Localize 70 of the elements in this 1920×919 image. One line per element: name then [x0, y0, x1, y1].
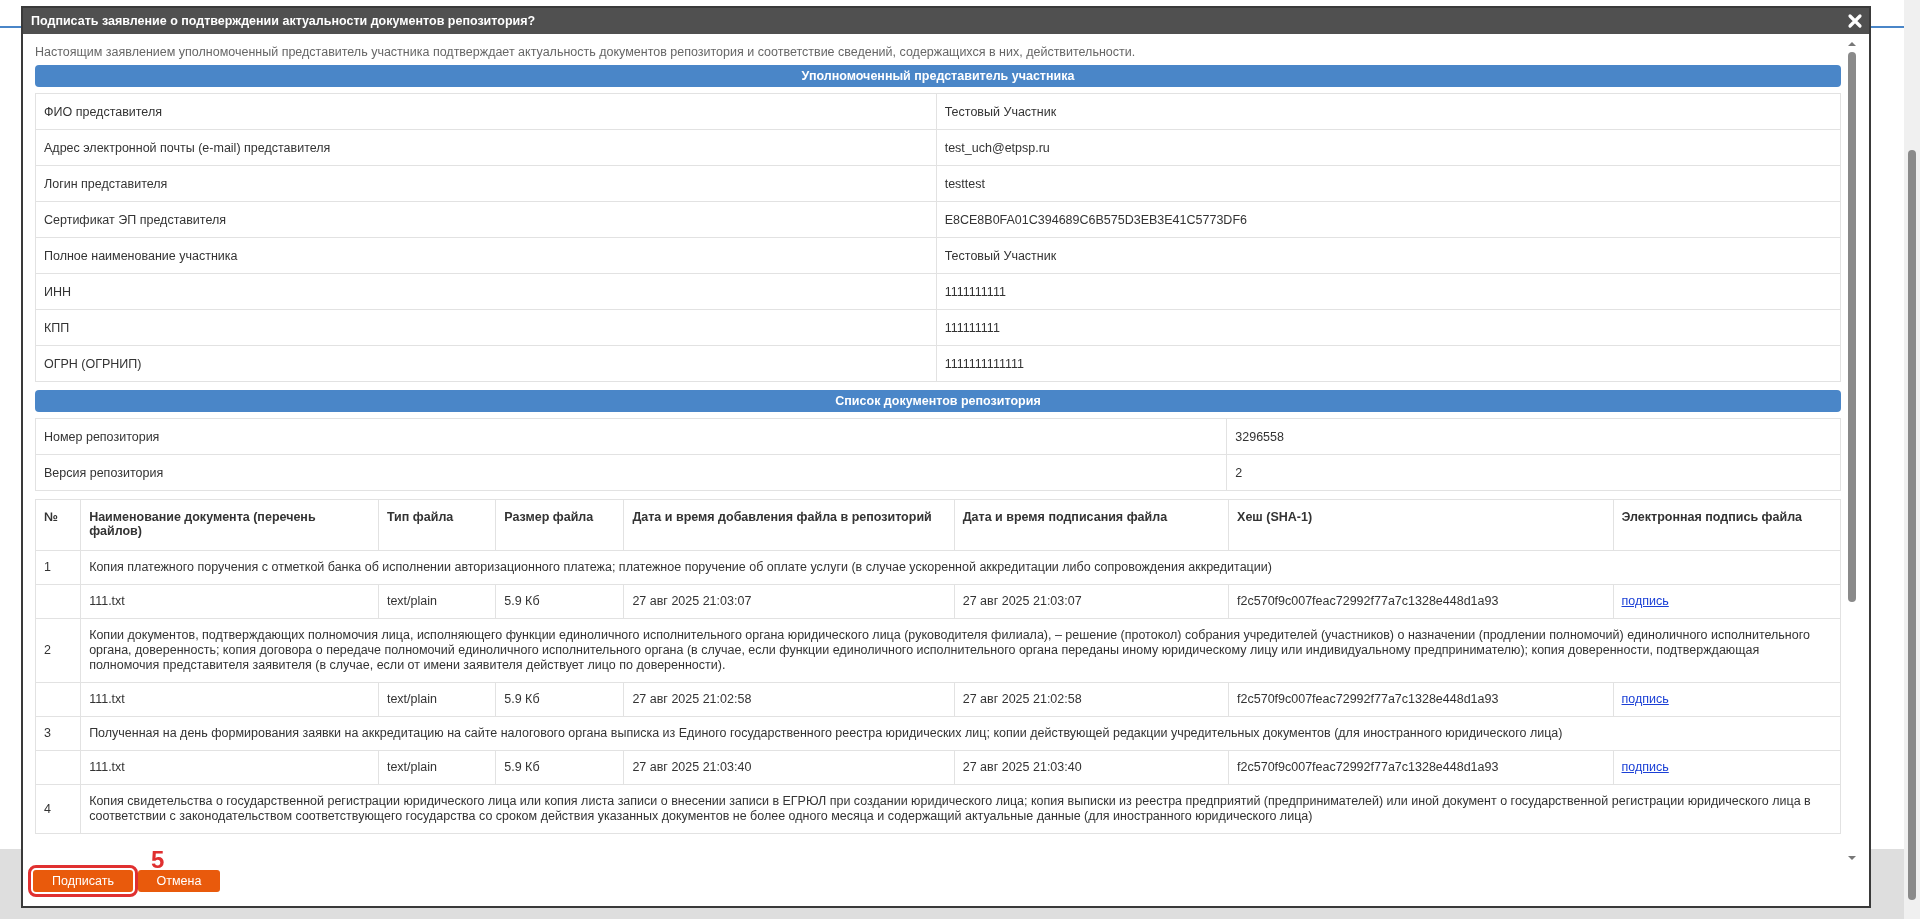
table-cell: 1: [35, 550, 81, 585]
field-label: ИНН: [35, 273, 937, 310]
field-value: testtest: [936, 165, 1841, 202]
table-cell: 27 авг 2025 21:03:40: [623, 750, 955, 785]
step-marker: 5: [151, 848, 165, 872]
table-cell: text/plain: [378, 584, 496, 619]
column-header: Хеш (SHA-1): [1228, 499, 1613, 551]
scroll-down-icon[interactable]: [1847, 854, 1857, 862]
table-cell: 27 авг 2025 21:02:58: [954, 682, 1229, 717]
section-header: Список документов репозитория: [35, 390, 1841, 412]
table-cell: 4: [35, 784, 81, 834]
table-cell: 5.9 Кб: [495, 750, 624, 785]
table-cell: 27 авг 2025 21:03:40: [954, 750, 1229, 785]
table-cell: Копии документов, подтверждающих полномочия лица, исполняющего функции единоличного исполнительного органа юридического лица (руководителя филиала), – решение (протокол) собрания учредителей (участников) о назначении (продлении полномочий) единоличного исполнительного органа, доверенность; копия договора о передаче полномочий единоличного исполнительного органа (в случае, если функции единоличного исполнительного органа переданы иному юридическому лицу или индивидуальному предпринимателю); копия доверенности, подтверждающая полномочия представителя заявителя (в случае, если от имени заявителя действует лицо по доверенности).: [80, 618, 1841, 683]
table-cell: f2c570f9c007feac72992f77a7c1328e448d1a93: [1228, 682, 1613, 717]
field-value: test_uch@etpsp.ru: [936, 129, 1841, 166]
scrollbar-thumb[interactable]: [1908, 150, 1916, 900]
field-label: Логин представителя: [35, 165, 937, 202]
field-label: Полное наименование участника: [35, 237, 937, 274]
field-value: 3296558: [1226, 418, 1841, 455]
field-value: Тестовый Участник: [936, 237, 1841, 274]
scroll-up-icon[interactable]: [1847, 40, 1857, 48]
field-value: 2: [1226, 454, 1841, 491]
table-cell: 111.txt: [80, 584, 379, 619]
field-label: ФИО представителя: [35, 93, 937, 130]
signature-link[interactable]: подпись: [1621, 760, 1669, 774]
table-cell: text/plain: [378, 750, 496, 785]
table-cell: text/plain: [378, 682, 496, 717]
table-cell: 5.9 Кб: [495, 682, 624, 717]
table-cell: Полученная на день формирования заявки на аккредитацию на сайте налогового органа выписка из Единого государственного реестра юридических лиц; копии действующей редакции учредительных документов (для иностранного юридического лица): [80, 716, 1841, 751]
field-label: ОГРН (ОГРНИП): [35, 345, 937, 382]
column-header: Тип файла: [378, 499, 496, 551]
column-header: Электронная подпись файла: [1613, 499, 1841, 551]
column-header: Размер файла: [495, 499, 624, 551]
page-scrollbar[interactable]: [1904, 0, 1920, 919]
section-header: Уполномоченный представитель участника: [35, 65, 1841, 87]
column-header: Дата и время добавления файла в репозиторий: [623, 499, 955, 551]
field-label: Адрес электронной почты (e-mail) представителя: [35, 129, 937, 166]
field-value: 111111111: [936, 309, 1841, 346]
table-cell: 2: [35, 618, 81, 683]
table-cell: 111.txt: [80, 750, 379, 785]
column-header: Дата и время подписания файла: [954, 499, 1229, 551]
field-value: 1111111111: [936, 273, 1841, 310]
table-cell: 3: [35, 716, 81, 751]
scrollbar[interactable]: [1847, 40, 1857, 862]
table-cell: Копия платежного поручения с отметкой банка об исполнении авторизационного платежа; платежное поручение об оплате услуги (в случае ускоренной аккредитации либо сопровождения аккредитации): [80, 550, 1841, 585]
table-cell: 5.9 Кб: [495, 584, 624, 619]
signature-link[interactable]: подпись: [1621, 692, 1669, 706]
table-cell: 111.txt: [80, 682, 379, 717]
field-label: Номер репозитория: [35, 418, 1227, 455]
field-value: Тестовый Участник: [936, 93, 1841, 130]
table-cell: 27 авг 2025 21:03:07: [623, 584, 955, 619]
signature-link[interactable]: подпись: [1621, 594, 1669, 608]
column-header: Наименование документа (перечень файлов): [80, 499, 379, 551]
field-label: Версия репозитория: [35, 454, 1227, 491]
table-cell: Копия свидетельства о государственной регистрации юридического лица или копия листа записи о внесении записи в ЕГРЮЛ при создании юридического лица; копия выписки из реестра предприятий (предпринимателей) или иной документ о государственной регистрации юридического лица в соответствии с законодательством соответствующего государства со сроком действия указанных документов не более одного месяца и содержащий актуальные данные (для иностранного юридического лица): [80, 784, 1841, 834]
field-label: КПП: [35, 309, 937, 346]
table-cell: 27 авг 2025 21:02:58: [623, 682, 955, 717]
cancel-button[interactable]: Отмена: [138, 870, 220, 892]
table-cell: f2c570f9c007feac72992f77a7c1328e448d1a93: [1228, 750, 1613, 785]
dialog-title: Подписать заявление о подтверждении актуальности документов репозитория?: [31, 14, 536, 28]
table-cell: 27 авг 2025 21:03:07: [954, 584, 1229, 619]
scrollbar-thumb[interactable]: [1848, 52, 1856, 602]
field-value: 1111111111111: [936, 345, 1841, 382]
table-cell: f2c570f9c007feac72992f77a7c1328e448d1a93: [1228, 584, 1613, 619]
intro-text: Настоящим заявлением уполномоченный представитель участника подтверждает актуальность документов репозитория и соответствие сведений, содержащихся в них, действительности.: [35, 44, 1137, 61]
column-header: №: [35, 499, 81, 551]
close-icon[interactable]: [1847, 13, 1863, 29]
field-label: Сертификат ЭП представителя: [35, 201, 937, 238]
field-value: E8CE8B0FA01C394689C6B575D3EB3E41C5773DF6: [936, 201, 1841, 238]
